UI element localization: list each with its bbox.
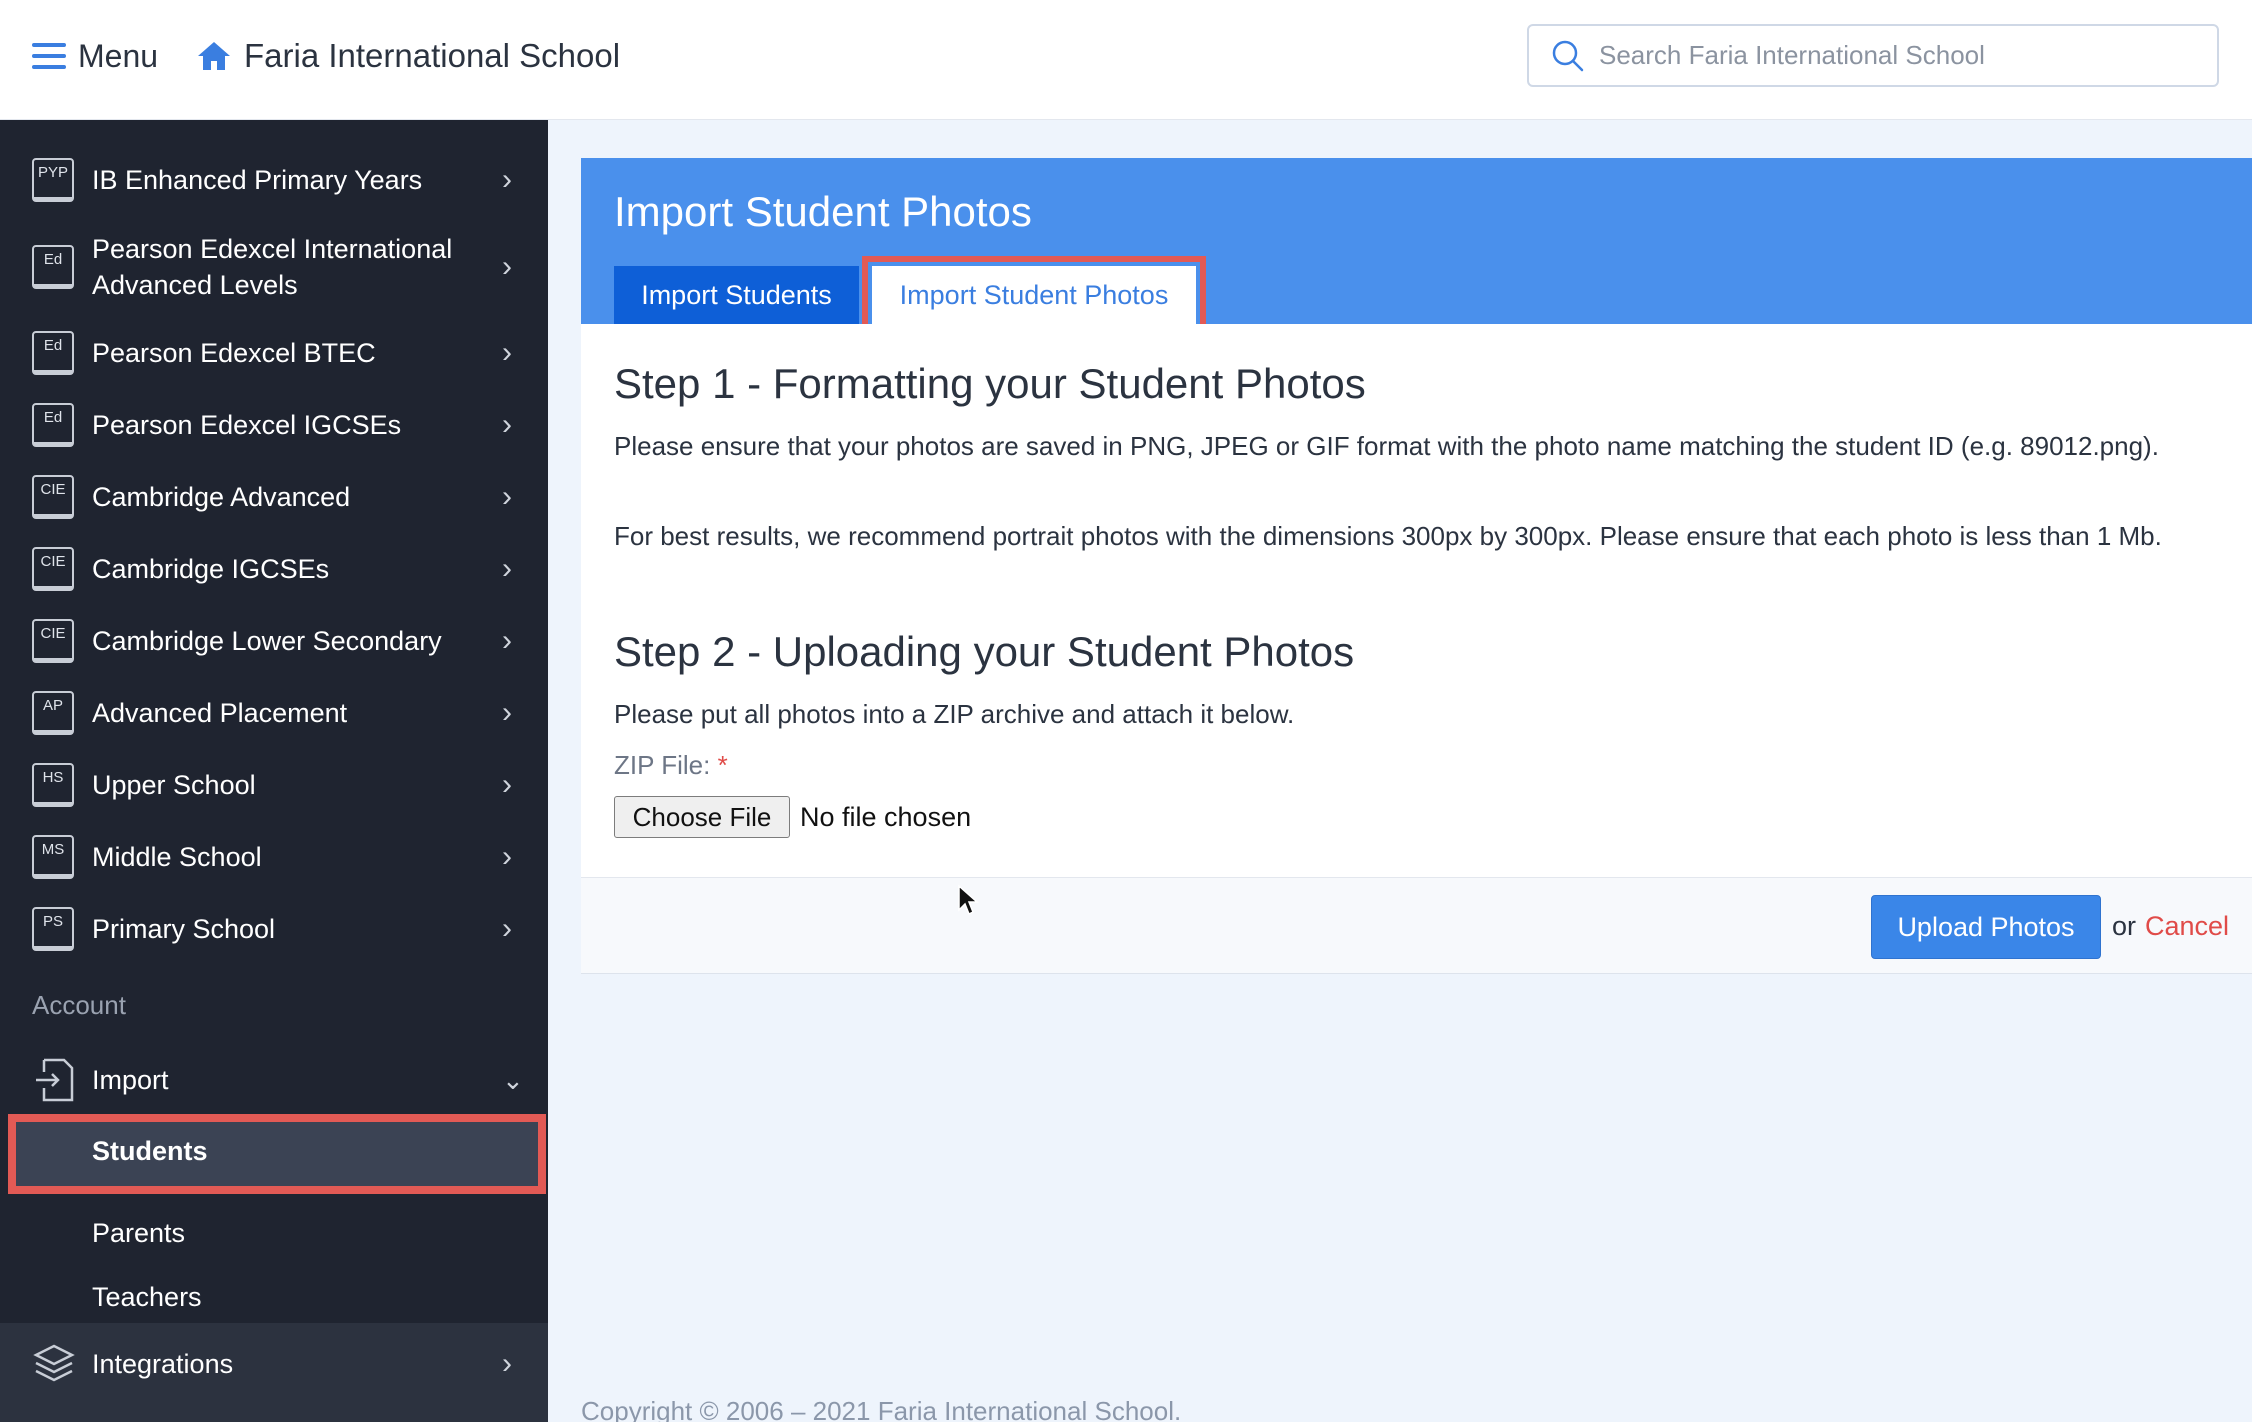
page-title: Import Student Photos	[614, 188, 1032, 235]
copyright-text: Copyright © 2006 – 2021 Faria Internatio…	[581, 1396, 1182, 1422]
upload-photos-button[interactable]: Upload Photos	[1871, 895, 2101, 959]
sidebar-item-middle-school[interactable]: MS Middle School ›	[0, 827, 548, 887]
sidebar-item-cambridge-igcse[interactable]: CIE Cambridge IGCSEs ›	[0, 539, 548, 599]
ms-badge-icon: MS	[32, 835, 74, 879]
chevron-right-icon: ›	[502, 552, 512, 585]
ps-badge-icon: PS	[32, 907, 74, 951]
sidebar-item-integrations[interactable]: Integrations ›	[0, 1334, 548, 1394]
sidebar-item-label: Cambridge IGCSEs	[92, 554, 330, 584]
card-footer: Upload Photos or Cancel	[581, 877, 2252, 974]
sidebar-item-label: Upper School	[92, 770, 256, 800]
edexcel-badge-icon: Ed	[32, 245, 74, 289]
sidebar-item-label: Import	[92, 1065, 169, 1095]
sidebar-subitem-students[interactable]: Students	[8, 1114, 546, 1194]
hs-badge-icon: HS	[32, 763, 74, 807]
step1-paragraph-1: Please ensure that your photos are saved…	[614, 431, 2159, 461]
sidebar-item-upper-school[interactable]: HS Upper School ›	[0, 755, 548, 815]
hamburger-icon	[32, 43, 66, 69]
sidebar-item-ib-pyp[interactable]: PYP IB Enhanced Primary Years ›	[0, 150, 548, 210]
edexcel-badge-icon: Ed	[32, 403, 74, 447]
sidebar-item-label: Pearson Edexcel IGCSEs	[92, 410, 402, 440]
sidebar-item-import[interactable]: Import ⌄	[0, 1050, 548, 1110]
import-icon	[36, 1058, 74, 1102]
sidebar-item-label: Cambridge Lower Secondary	[92, 626, 442, 656]
step2-paragraph: Please put all photos into a ZIP archive…	[614, 699, 1295, 729]
school-home-link[interactable]: Faria International School	[196, 32, 620, 80]
sidebar-subitem-teachers[interactable]: Teachers	[92, 1282, 202, 1313]
sidebar-item-label: Pearson Edexcel International Advanced L…	[92, 234, 453, 300]
sidebar-subitem-parents[interactable]: Parents	[92, 1218, 185, 1249]
sidebar-item-edexcel-igcse[interactable]: Ed Pearson Edexcel IGCSEs ›	[0, 395, 548, 455]
chevron-right-icon: ›	[502, 480, 512, 513]
cancel-link[interactable]: Cancel	[2145, 911, 2229, 942]
chevron-right-icon: ›	[502, 408, 512, 441]
card-header: Import Student Photos Import Students Im…	[581, 158, 2252, 334]
home-icon	[198, 42, 230, 70]
sidebar-item-label: IB Enhanced Primary Years	[92, 165, 423, 195]
chevron-right-icon: ›	[502, 336, 512, 369]
choose-file-button[interactable]: Choose File	[614, 796, 790, 838]
file-input: Choose File No file chosen	[614, 796, 971, 838]
menu-label: Menu	[78, 37, 159, 74]
sidebar-item-label: Cambridge Advanced	[92, 482, 351, 512]
chevron-right-icon: ›	[502, 250, 512, 283]
ap-badge-icon: AP	[32, 691, 74, 735]
chevron-right-icon: ›	[502, 840, 512, 873]
step1-heading: Step 1 - Formatting your Student Photos	[614, 360, 1366, 407]
sidebar-item-label: Integrations	[92, 1349, 234, 1379]
chevron-right-icon: ›	[502, 624, 512, 657]
chevron-right-icon: ›	[502, 768, 512, 801]
sidebar-subitem-label: Students	[92, 1136, 208, 1166]
sidebar-item-label: Middle School	[92, 842, 262, 872]
card-body: Step 1 - Formatting your Student Photos …	[581, 324, 2252, 877]
cie-badge-icon: CIE	[32, 475, 74, 519]
pyp-badge-icon: PYP	[32, 158, 74, 202]
sidebar-item-cambridge-lower-secondary[interactable]: CIE Cambridge Lower Secondary ›	[0, 611, 548, 671]
chevron-right-icon: ›	[502, 1347, 512, 1380]
tab-import-students[interactable]: Import Students	[614, 266, 859, 324]
mouse-cursor-icon	[958, 884, 979, 916]
zip-file-label: ZIP File: *	[614, 750, 728, 780]
cie-badge-icon: CIE	[32, 619, 74, 663]
top-bar: Menu Faria International School	[0, 0, 2252, 120]
sidebar-item-label: Pearson Edexcel BTEC	[92, 338, 376, 368]
sidebar-item-primary-school[interactable]: PS Primary School ›	[0, 899, 548, 959]
account-section-label: Account	[32, 990, 126, 1020]
sidebar-item-label: Advanced Placement	[92, 698, 348, 728]
search-icon	[1552, 40, 1584, 71]
sidebar-item-cambridge-advanced[interactable]: CIE Cambridge Advanced ›	[0, 467, 548, 527]
chevron-right-icon: ›	[502, 696, 512, 729]
chevron-right-icon: ›	[502, 912, 512, 945]
sidebar: PYP IB Enhanced Primary Years › Ed Pears…	[0, 120, 548, 1422]
sidebar-item-advanced-placement[interactable]: AP Advanced Placement ›	[0, 683, 548, 743]
edexcel-badge-icon: Ed	[32, 331, 74, 375]
or-text: or	[2112, 911, 2137, 941]
cie-badge-icon: CIE	[32, 547, 74, 591]
sidebar-item-label: Primary School	[92, 914, 276, 944]
search-box[interactable]	[1527, 24, 2219, 87]
menu-button[interactable]: Menu	[32, 32, 158, 80]
sidebar-item-edexcel-btec[interactable]: Ed Pearson Edexcel BTEC ›	[0, 323, 548, 383]
step1-paragraph-2: For best results, we recommend portrait …	[614, 521, 2162, 551]
tab-import-student-photos[interactable]: Import Student Photos	[862, 256, 1206, 334]
chevron-right-icon: ›	[502, 163, 512, 196]
file-status-text: No file chosen	[800, 801, 972, 832]
sidebar-item-edexcel-ial[interactable]: Ed Pearson Edexcel International Advance…	[0, 222, 548, 312]
layers-icon	[33, 1344, 75, 1382]
school-name: Faria International School	[244, 37, 621, 74]
chevron-down-icon: ⌄	[502, 1064, 524, 1095]
required-mark: *	[717, 750, 728, 780]
step2-heading: Step 2 - Uploading your Student Photos	[614, 628, 1355, 675]
search-input[interactable]	[1599, 40, 2199, 71]
